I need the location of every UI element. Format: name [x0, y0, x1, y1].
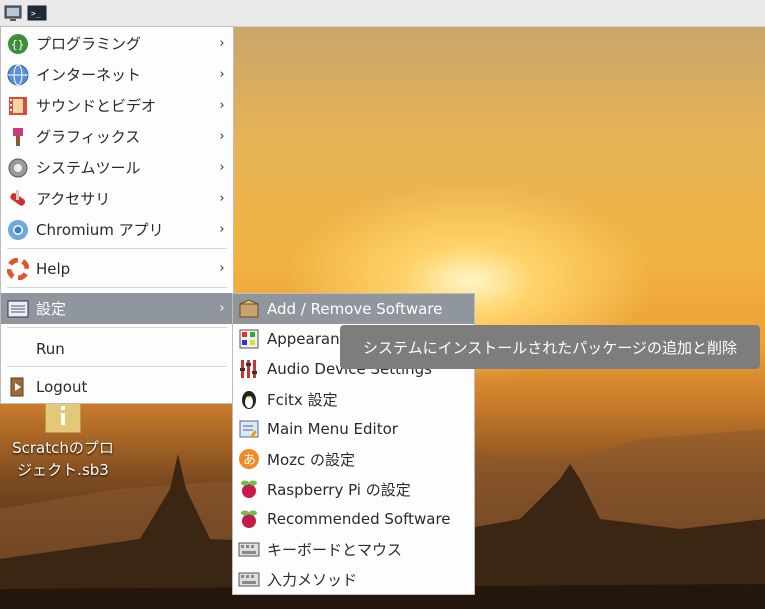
menu-item-programming[interactable]: {} プログラミング ›	[1, 28, 233, 59]
menu-item-sound-video[interactable]: サウンドとビデオ ›	[1, 90, 233, 121]
chevron-right-icon: ›	[219, 36, 225, 51]
chevron-right-icon: ›	[219, 261, 225, 276]
raspberry-icon	[238, 478, 260, 500]
menu-item-chromium-apps[interactable]: Chromium アプリ ›	[1, 214, 233, 245]
menu-item-label: Help	[36, 259, 71, 278]
menu-item-label: グラフィックス	[36, 128, 141, 146]
chevron-right-icon: ›	[219, 222, 225, 237]
desktop-file-label-1: Scratchのプロ	[12, 439, 114, 457]
submenu-item-fcitx[interactable]: Fcitx 設定	[233, 384, 474, 414]
menu-item-run[interactable]: Run	[1, 333, 233, 364]
submenu-item-raspberry-pi-config[interactable]: Raspberry Pi の設定	[233, 474, 474, 504]
raspberry-menu-icon[interactable]	[3, 3, 23, 23]
submenu-item-keyboard-mouse[interactable]: キーボードとマウス	[233, 534, 474, 564]
submenu-item-add-remove-software[interactable]: Add / Remove Software	[233, 294, 474, 324]
globe-icon	[7, 64, 29, 86]
menu-item-label: プログラミング	[36, 35, 142, 53]
raspberry-icon	[238, 508, 260, 530]
programming-icon: {}	[7, 33, 29, 55]
menu-item-label: サウンドとビデオ	[36, 97, 157, 115]
submenu-item-label: Raspberry Pi の設定	[267, 480, 411, 499]
chevron-right-icon: ›	[219, 191, 225, 206]
svg-text:あ: あ	[243, 453, 256, 468]
menu-item-label: インターネット	[36, 66, 142, 84]
preferences-icon	[7, 298, 29, 320]
menu-separator	[7, 327, 227, 328]
desktop-file-label-2: ジェクト.sb3	[17, 461, 109, 479]
submenu-item-input-method[interactable]: 入力メソッド	[233, 564, 474, 594]
main-menu: {} プログラミング › インターネット › サウンドとビデオ › グラフィック…	[0, 26, 234, 404]
svg-text:{}: {}	[11, 38, 24, 51]
menu-item-accessories[interactable]: アクセサリ ›	[1, 183, 233, 214]
submenu-item-label: Fcitx 設定	[267, 390, 338, 409]
chevron-right-icon: ›	[219, 67, 225, 82]
menu-item-logout[interactable]: Logout	[1, 371, 233, 402]
menu-item-label: 設定	[36, 300, 67, 318]
chevron-right-icon: ›	[219, 160, 225, 175]
menu-separator	[7, 287, 227, 288]
submenu-item-label: 入力メソッド	[267, 570, 358, 589]
terminal-icon[interactable]: >_	[27, 3, 47, 23]
chevron-right-icon: ›	[219, 98, 225, 113]
submenu-item-label: Main Menu Editor	[267, 420, 398, 438]
menu-item-graphics[interactable]: グラフィックス ›	[1, 121, 233, 152]
menu-item-label: Logout	[36, 377, 88, 396]
svg-text:>_: >_	[31, 9, 41, 18]
audio-mixer-icon	[238, 358, 260, 380]
package-icon	[238, 298, 260, 320]
keyboard-icon	[238, 568, 260, 590]
penguin-icon	[238, 388, 260, 410]
menu-editor-icon	[238, 418, 260, 440]
keyboard-icon	[238, 538, 260, 560]
top-panel: >_	[0, 0, 765, 27]
submenu-item-label: キーボードとマウス	[267, 540, 403, 559]
submenu-item-label: Add / Remove Software	[267, 300, 443, 318]
logout-icon	[7, 376, 29, 398]
menu-item-label: アクセサリ	[36, 190, 111, 208]
submenu-item-mozc[interactable]: あ Mozc の設定	[233, 444, 474, 474]
submenu-item-main-menu-editor[interactable]: Main Menu Editor	[233, 414, 474, 444]
menu-item-help[interactable]: Help ›	[1, 253, 233, 284]
menu-separator	[7, 366, 227, 367]
paintbrush-icon	[7, 126, 29, 148]
swiss-knife-icon	[7, 188, 29, 210]
gear-icon	[7, 157, 29, 179]
menu-item-internet[interactable]: インターネット ›	[1, 59, 233, 90]
menu-item-label: Run	[36, 339, 65, 358]
submenu-item-label: Mozc の設定	[267, 450, 356, 469]
menu-item-system-tools[interactable]: システムツール ›	[1, 152, 233, 183]
submenu-item-recommended-software[interactable]: Recommended Software	[233, 504, 474, 534]
film-icon	[7, 95, 29, 117]
desktop-file-scratch[interactable]: Scratchのプロ ジェクト.sb3	[8, 395, 118, 481]
chevron-right-icon: ›	[219, 301, 225, 316]
tooltip: システムにインストールされたパッケージの追加と削除	[340, 325, 760, 369]
menu-item-label: システムツール	[36, 159, 141, 177]
lifebuoy-icon	[6, 257, 30, 280]
submenu-item-label: Recommended Software	[267, 510, 451, 528]
menu-separator	[7, 248, 227, 249]
appearance-icon	[238, 328, 260, 350]
chromium-icon	[7, 219, 29, 241]
menu-item-preferences[interactable]: 設定 ›	[1, 293, 233, 324]
chevron-right-icon: ›	[219, 129, 225, 144]
menu-item-label: Chromium アプリ	[36, 221, 164, 239]
mozc-icon: あ	[238, 448, 260, 470]
